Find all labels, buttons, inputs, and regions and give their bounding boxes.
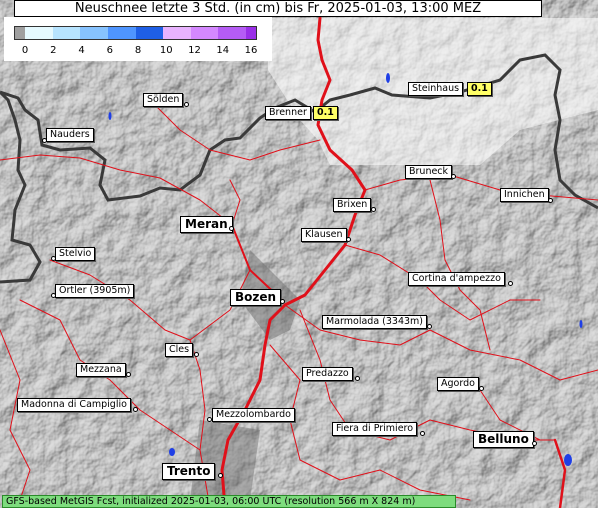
lake	[386, 73, 390, 83]
marker-soelden	[184, 102, 189, 107]
lake	[564, 454, 572, 466]
marker-agordo	[479, 386, 484, 391]
label-predazzo: Predazzo	[302, 367, 353, 381]
legend-swatch	[107, 27, 136, 39]
legend-swatch	[163, 27, 191, 39]
label-bruneck: Bruneck	[405, 165, 453, 179]
marker-cortina	[508, 281, 513, 286]
marker-predazzo	[355, 376, 360, 381]
legend-swatch	[135, 27, 164, 39]
legend-tick-label: 2	[50, 45, 57, 56]
label-soelden: Sölden	[143, 93, 184, 107]
legend-swatch	[218, 27, 246, 39]
label-fiera-di-primiero: Fiera di Primiero	[332, 422, 418, 436]
legend-tick-label: 10	[159, 45, 173, 56]
legend-tick-label: 4	[78, 45, 85, 56]
legend-swatch	[246, 27, 256, 39]
label-ortler: Ortler (3905m)	[55, 284, 135, 298]
map-title: Neuschnee letzte 3 Std. (in cm) bis Fr, …	[14, 0, 542, 17]
marker-madonna-di-campiglio	[133, 407, 138, 412]
legend-tick-label: 6	[106, 45, 113, 56]
marker-mezzolombardo	[207, 417, 212, 422]
legend-tick-label: 0	[21, 45, 29, 56]
label-bozen: Bozen	[230, 289, 282, 306]
label-cles: Cles	[165, 343, 194, 357]
marker-klausen	[346, 237, 351, 242]
value-brenner: 0.1	[313, 106, 338, 120]
label-meran: Meran	[180, 216, 233, 233]
marker-bozen	[280, 299, 285, 304]
label-madonna-di-campiglio: Madonna di Campiglio	[17, 398, 131, 412]
marker-meran	[229, 226, 234, 231]
label-stelvio: Stelvio	[55, 247, 96, 261]
label-brenner: Brenner	[265, 106, 311, 120]
marker-marmolada	[427, 324, 432, 329]
legend-tick-label: 12	[188, 45, 201, 56]
label-steinhaus: Steinhaus	[408, 82, 464, 96]
marker-cles	[194, 352, 199, 357]
label-nauders: Nauders	[46, 128, 94, 142]
marker-bruneck	[451, 174, 456, 179]
marker-fiera-di-primiero	[420, 431, 425, 436]
marker-nauders	[42, 138, 47, 143]
lake	[108, 112, 112, 120]
label-mezzolombardo: Mezzolombardo	[212, 408, 295, 422]
marker-mezzana	[126, 372, 131, 377]
label-trento: Trento	[162, 463, 216, 480]
legend-tick-label: 16	[244, 45, 258, 56]
label-mezzana: Mezzana	[76, 363, 126, 377]
legend-swatch	[190, 27, 219, 39]
label-brixen: Brixen	[333, 198, 372, 212]
legend-tick-label: 14	[216, 45, 230, 56]
legend-color-bar	[14, 26, 257, 40]
marker-ortler	[51, 293, 56, 298]
legend-swatch	[52, 27, 81, 39]
label-cortina: Cortina d'ampezzo	[408, 272, 505, 286]
legend-swatch	[15, 27, 25, 39]
label-agordo: Agordo	[437, 377, 479, 391]
legend: 0 2 4 6 8 10 12 14 16	[4, 17, 272, 61]
value-steinhaus: 0.1	[467, 82, 492, 96]
label-innichen: Innichen	[500, 188, 549, 202]
label-klausen: Klausen	[301, 228, 347, 242]
marker-trento	[218, 473, 223, 478]
marker-brixen	[371, 207, 376, 212]
marker-belluno	[532, 441, 537, 446]
marker-stelvio	[51, 256, 56, 261]
marker-innichen	[548, 198, 553, 203]
legend-swatch	[25, 27, 53, 39]
lake	[579, 320, 583, 328]
label-marmolada: Marmolada (3343m)	[322, 315, 427, 329]
lake	[169, 448, 175, 456]
legend-tick-label: 8	[134, 45, 142, 56]
legend-swatch	[80, 27, 108, 39]
forecast-footer: GFS-based MetGIS Fcst, initialized 2025-…	[2, 495, 456, 508]
label-belluno: Belluno	[473, 431, 534, 448]
